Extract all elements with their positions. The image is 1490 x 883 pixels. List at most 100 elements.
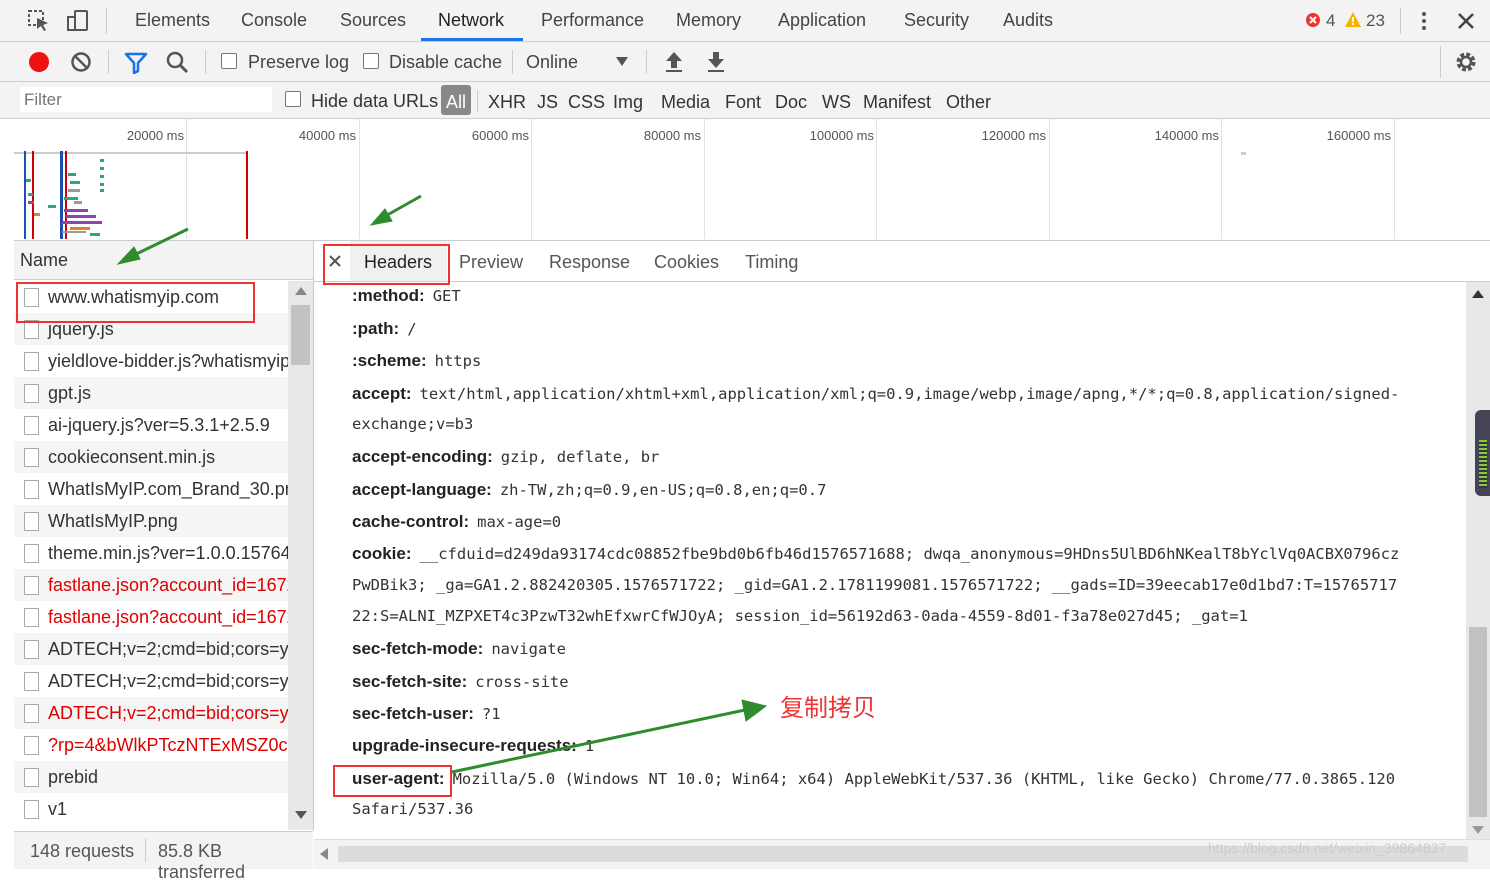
request-row[interactable]: WhatIsMyIP.com_Brand_30.png [14, 473, 288, 505]
filter-font[interactable]: Font [725, 92, 761, 113]
tab-cookies[interactable]: Cookies [654, 252, 719, 273]
highlight-user-agent [333, 765, 452, 797]
scroll-down-icon[interactable] [295, 811, 307, 819]
request-row[interactable]: ADTECH;v=2;cmd=bid;cors=ye [14, 697, 288, 729]
request-name: ADTECH;v=2;cmd=bid;cors=ye [48, 639, 288, 659]
request-row[interactable]: ?rp=4&bWlkPTczNTExMSZ0c.. [14, 729, 288, 761]
tick-label: 140000 ms [1154, 128, 1219, 143]
filter-input[interactable] [20, 87, 272, 112]
scroll-thumb[interactable] [1469, 627, 1487, 817]
highlight-headers-tab [323, 244, 450, 285]
name-column-header[interactable]: Name [14, 241, 313, 280]
network-overview-timeline[interactable]: 20000 ms 40000 ms 60000 ms 80000 ms 1000… [14, 119, 1490, 241]
tab-timing[interactable]: Timing [745, 252, 798, 273]
request-row[interactable]: WhatIsMyIP.png [14, 505, 288, 537]
request-row[interactable]: gpt.js [14, 377, 288, 409]
tab-security[interactable]: Security [904, 10, 969, 31]
header-key: cache-control: [352, 512, 470, 531]
request-row[interactable]: ADTECH;v=2;cmd=bid;cors=ye [14, 665, 288, 697]
request-row[interactable]: fastlane.json?account_id=1672 [14, 569, 288, 601]
tab-elements[interactable]: Elements [135, 10, 210, 31]
filter-all-button[interactable]: All [441, 85, 471, 115]
request-row[interactable]: theme.min.js?ver=1.0.0.157644 [14, 537, 288, 569]
tab-console[interactable]: Console [241, 10, 307, 31]
request-row[interactable]: v1 [14, 793, 288, 825]
filter-css[interactable]: CSS [568, 92, 605, 113]
request-count: 148 requests [30, 841, 135, 861]
device-toolbar-icon[interactable] [66, 9, 90, 33]
filter-ws[interactable]: WS [822, 92, 851, 113]
scroll-up-icon[interactable] [1472, 290, 1484, 298]
header-line: :path: / [352, 319, 417, 339]
network-toolbar: Preserve log Disable cache Online [0, 42, 1490, 82]
side-widget[interactable] [1475, 410, 1490, 496]
filter-icon[interactable] [124, 52, 148, 74]
tab-preview[interactable]: Preview [459, 252, 523, 273]
record-icon[interactable] [28, 51, 50, 73]
gear-icon[interactable] [1454, 50, 1478, 74]
file-icon [24, 608, 39, 627]
filter-js[interactable]: JS [537, 92, 558, 113]
request-row[interactable]: fastlane.json?account_id=1672 [14, 601, 288, 633]
tab-performance[interactable]: Performance [541, 10, 644, 31]
inspect-element-icon[interactable] [28, 10, 50, 32]
header-line: accept-encoding: gzip, deflate, br [352, 447, 659, 467]
error-count[interactable]: 4 [1326, 11, 1335, 31]
header-value: ?1 [481, 705, 501, 723]
request-row[interactable]: ADTECH;v=2;cmd=bid;cors=ye [14, 633, 288, 665]
close-icon[interactable] [1456, 11, 1476, 31]
request-row[interactable]: prebid [14, 761, 288, 793]
request-row[interactable]: ai-jquery.js?ver=5.3.1+2.5.9 [14, 409, 288, 441]
warning-count[interactable]: 23 [1366, 11, 1385, 31]
throttling-select[interactable]: Online [526, 52, 578, 73]
filter-media[interactable]: Media [661, 92, 710, 113]
filter-doc[interactable]: Doc [775, 92, 807, 113]
request-name: WhatIsMyIP.com_Brand_30.png [48, 479, 288, 499]
header-value: __cfduid=d249da93174cdc08852fbe9bd0b6fb4… [419, 545, 1400, 563]
chevron-down-icon[interactable] [616, 57, 628, 67]
filter-other[interactable]: Other [946, 92, 991, 113]
header-key: sec-fetch-site: [352, 672, 468, 691]
request-row[interactable]: cookieconsent.min.js [14, 441, 288, 473]
file-icon [24, 672, 39, 691]
scroll-left-icon[interactable] [320, 848, 328, 860]
tab-response[interactable]: Response [549, 252, 630, 273]
warning-icon[interactable] [1344, 11, 1362, 28]
tab-network[interactable]: Network [438, 10, 504, 31]
hide-data-urls-checkbox[interactable] [285, 91, 301, 107]
detail-scrollbar[interactable] [1466, 282, 1490, 839]
tab-sources[interactable]: Sources [340, 10, 406, 31]
header-key: :path: [352, 319, 400, 338]
filter-manifest[interactable]: Manifest [863, 92, 931, 113]
request-name: theme.min.js?ver=1.0.0.157644 [48, 543, 288, 563]
scroll-down-icon[interactable] [1472, 826, 1484, 834]
hide-data-urls-label[interactable]: Hide data URLs [311, 91, 438, 112]
request-row[interactable]: yieldlove-bidder.js?whatismyip [14, 345, 288, 377]
header-key: :method: [352, 286, 425, 305]
request-name: cookieconsent.min.js [48, 447, 216, 467]
error-icon[interactable] [1305, 12, 1321, 28]
header-key: accept-encoding: [352, 447, 493, 466]
filter-img[interactable]: Img [613, 92, 643, 113]
tab-audits[interactable]: Audits [1003, 10, 1053, 31]
search-icon[interactable] [166, 51, 190, 75]
file-icon [24, 512, 39, 531]
header-line: cache-control: max-age=0 [352, 512, 561, 532]
request-list-scrollbar[interactable] [288, 281, 313, 830]
preserve-log-checkbox[interactable] [221, 53, 237, 69]
preserve-log-label[interactable]: Preserve log [248, 52, 349, 73]
scroll-up-icon[interactable] [295, 287, 307, 295]
scroll-thumb[interactable] [291, 305, 310, 365]
import-har-icon[interactable] [664, 50, 684, 74]
header-value-continued: exchange;v=b3 [352, 415, 474, 433]
disable-cache-checkbox[interactable] [363, 53, 379, 69]
tab-application[interactable]: Application [778, 10, 866, 31]
header-key: accept-language: [352, 480, 492, 499]
tab-memory[interactable]: Memory [676, 10, 741, 31]
more-options-icon[interactable] [1418, 10, 1430, 32]
file-icon [24, 384, 39, 403]
disable-cache-label[interactable]: Disable cache [389, 52, 502, 73]
export-har-icon[interactable] [706, 50, 726, 74]
clear-icon[interactable] [70, 51, 92, 73]
filter-xhr[interactable]: XHR [488, 92, 526, 113]
